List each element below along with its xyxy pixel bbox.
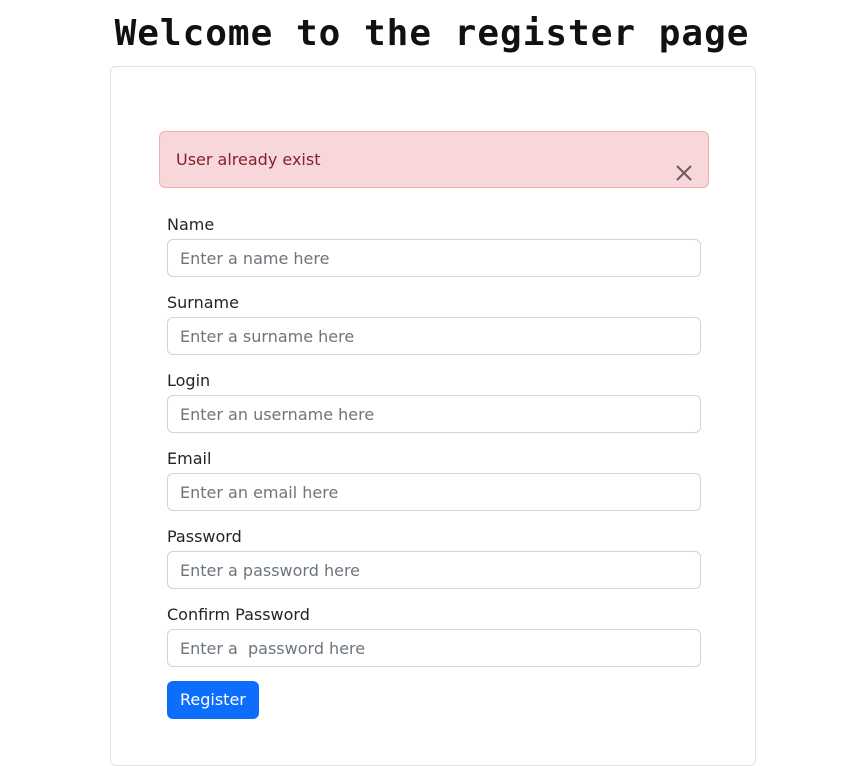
surname-field-group: Surname	[167, 293, 701, 355]
name-input[interactable]	[167, 239, 701, 277]
error-alert: User already exist	[159, 131, 709, 188]
password-field-group: Password	[167, 527, 701, 589]
close-icon[interactable]	[674, 150, 694, 181]
confirm-password-label: Confirm Password	[167, 605, 310, 624]
confirm-password-field-group: Confirm Password	[167, 605, 701, 667]
password-label: Password	[167, 527, 242, 546]
surname-label: Surname	[167, 293, 239, 312]
confirm-password-input[interactable]	[167, 629, 701, 667]
login-input[interactable]	[167, 395, 701, 433]
name-field-group: Name	[167, 215, 701, 277]
login-label: Login	[167, 371, 211, 390]
alert-message: User already exist	[176, 150, 321, 169]
register-button[interactable]: Register	[167, 681, 259, 719]
email-field-group: Email	[167, 449, 701, 511]
page-title: Welcome to the register page	[114, 13, 750, 54]
surname-input[interactable]	[167, 317, 701, 355]
password-input[interactable]	[167, 551, 701, 589]
login-field-group: Login	[167, 371, 701, 433]
email-input[interactable]	[167, 473, 701, 511]
name-label: Name	[167, 215, 215, 234]
register-card: User already exist Name Surname Login Em…	[110, 66, 756, 766]
email-label: Email	[167, 449, 212, 468]
